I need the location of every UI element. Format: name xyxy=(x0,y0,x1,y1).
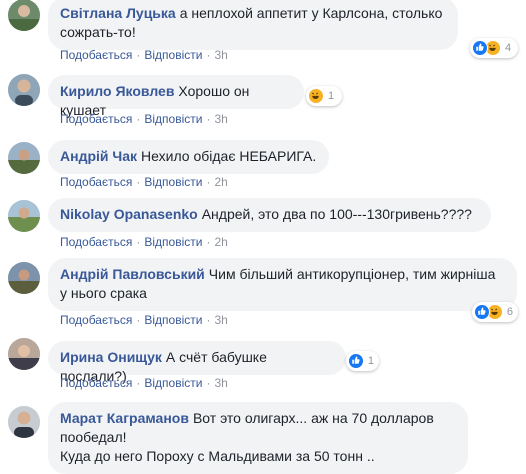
avatar[interactable] xyxy=(8,406,40,438)
comment-bubble: Андрій Павловський Чим більший антикорупц… xyxy=(48,258,517,311)
separator-dot: · xyxy=(206,48,211,62)
comment-author[interactable]: Ирина Онищук xyxy=(60,349,162,365)
comment-bubble: Андрій Чак Нехило обідає НЕБАРИГА. xyxy=(48,140,329,174)
comment-author[interactable]: Андрій Павловський xyxy=(60,266,205,282)
reaction-count: 1 xyxy=(367,355,374,367)
comment-text: сожрать-то! xyxy=(60,24,136,40)
comment-actions: Подобається · Відповісти · 3h xyxy=(60,376,228,390)
comment-time[interactable]: 2h xyxy=(214,175,227,189)
reply-link[interactable]: Відповісти xyxy=(144,313,202,327)
avatar[interactable] xyxy=(8,262,40,294)
comment-author[interactable]: Світлана Луцька xyxy=(60,5,176,21)
comment-bubble: Світлана Луцька а неплохой аппетит у Карл… xyxy=(48,0,458,50)
separator-dot: · xyxy=(136,235,141,249)
comment-actions: Подобається · Відповісти · 2h xyxy=(60,235,228,249)
reaction-summary[interactable]: 1 xyxy=(306,86,342,106)
separator-dot: · xyxy=(136,175,141,189)
avatar[interactable] xyxy=(8,0,40,31)
comment-actions: Подобається · Відповісти · 3h xyxy=(60,48,228,62)
like-link[interactable]: Подобається xyxy=(60,112,132,126)
comment-author[interactable]: Андрій Чак xyxy=(60,148,137,164)
comment-time[interactable]: 3h xyxy=(214,48,227,62)
separator-dot: · xyxy=(136,313,141,327)
reply-link[interactable]: Відповісти xyxy=(144,376,202,390)
separator-dot: · xyxy=(136,48,141,62)
reaction-count: 1 xyxy=(328,90,335,102)
reply-link[interactable]: Відповісти xyxy=(144,235,202,249)
reaction-count: 6 xyxy=(506,306,513,318)
comment-text: Андрей, это два по 100---130гривень???? xyxy=(201,206,472,222)
comment-time[interactable]: 3h xyxy=(214,112,227,126)
comment-actions: Подобається · Відповісти · 2h xyxy=(60,175,228,189)
like-icon xyxy=(472,40,488,56)
like-link[interactable]: Подобається xyxy=(60,175,132,189)
separator-dot: · xyxy=(206,112,211,126)
comment-time[interactable]: 3h xyxy=(214,313,227,327)
like-link[interactable]: Подобається xyxy=(60,48,132,62)
avatar[interactable] xyxy=(8,338,40,370)
like-icon xyxy=(348,353,364,369)
comment-text: пообедал! xyxy=(60,429,127,445)
like-link[interactable]: Подобається xyxy=(60,235,132,249)
comment-bubble: Кирило Яковлев Хорошо он кушает xyxy=(48,75,304,118)
separator-dot: · xyxy=(206,313,211,327)
reply-link[interactable]: Відповісти xyxy=(144,175,202,189)
reaction-count: 4 xyxy=(505,42,512,54)
comment-author[interactable]: Кирило Яковлев xyxy=(60,83,174,99)
comment-text: Чим більший антикорупціонер, тим жирніша xyxy=(208,266,496,282)
separator-dot: · xyxy=(206,175,211,189)
separator-dot: · xyxy=(136,376,141,390)
comment-bubble: Nikolay Opanasenko Андрей, это два по 100… xyxy=(48,198,491,232)
comment-text: Нехило обідає НЕБАРИГА. xyxy=(141,148,317,164)
reaction-summary[interactable]: 6 xyxy=(472,302,518,322)
separator-dot: · xyxy=(206,376,211,390)
haha-icon xyxy=(308,88,324,104)
reaction-summary[interactable]: 1 xyxy=(346,351,379,371)
like-link[interactable]: Подобається xyxy=(60,313,132,327)
comment-actions: Подобається · Відповісти · 3h xyxy=(60,313,228,327)
reply-link[interactable]: Відповісти xyxy=(144,48,202,62)
comment-text: Вот это олигарх... аж на 70 долларов xyxy=(192,410,434,426)
avatar[interactable] xyxy=(8,200,40,232)
comment-text: у нього срака xyxy=(60,285,147,301)
comment-text: Куда до него Пороху с Мальдивами за 50 т… xyxy=(60,448,375,464)
separator-dot: · xyxy=(136,112,141,126)
comment-text: а неплохой аппетит у Карлсона, столько xyxy=(179,5,443,21)
reaction-summary[interactable]: 4 xyxy=(470,38,518,58)
separator-dot: · xyxy=(206,235,211,249)
reply-link[interactable]: Відповісти xyxy=(144,112,202,126)
like-icon xyxy=(474,304,490,320)
avatar[interactable] xyxy=(8,142,40,174)
comment-author[interactable]: Nikolay Opanasenko xyxy=(60,206,198,222)
comment-bubble: Марат Каграманов Вот это олигарх... аж на… xyxy=(48,402,468,474)
avatar[interactable] xyxy=(8,74,40,106)
comment-author[interactable]: Марат Каграманов xyxy=(60,410,189,426)
comment-actions: Подобається · Відповісти · 3h xyxy=(60,112,228,126)
comment-time[interactable]: 2h xyxy=(214,235,227,249)
like-link[interactable]: Подобається xyxy=(60,376,132,390)
comment-bubble: Ирина Онищук А счёт бабушке послали?) xyxy=(48,341,346,384)
comment-time[interactable]: 3h xyxy=(214,376,227,390)
